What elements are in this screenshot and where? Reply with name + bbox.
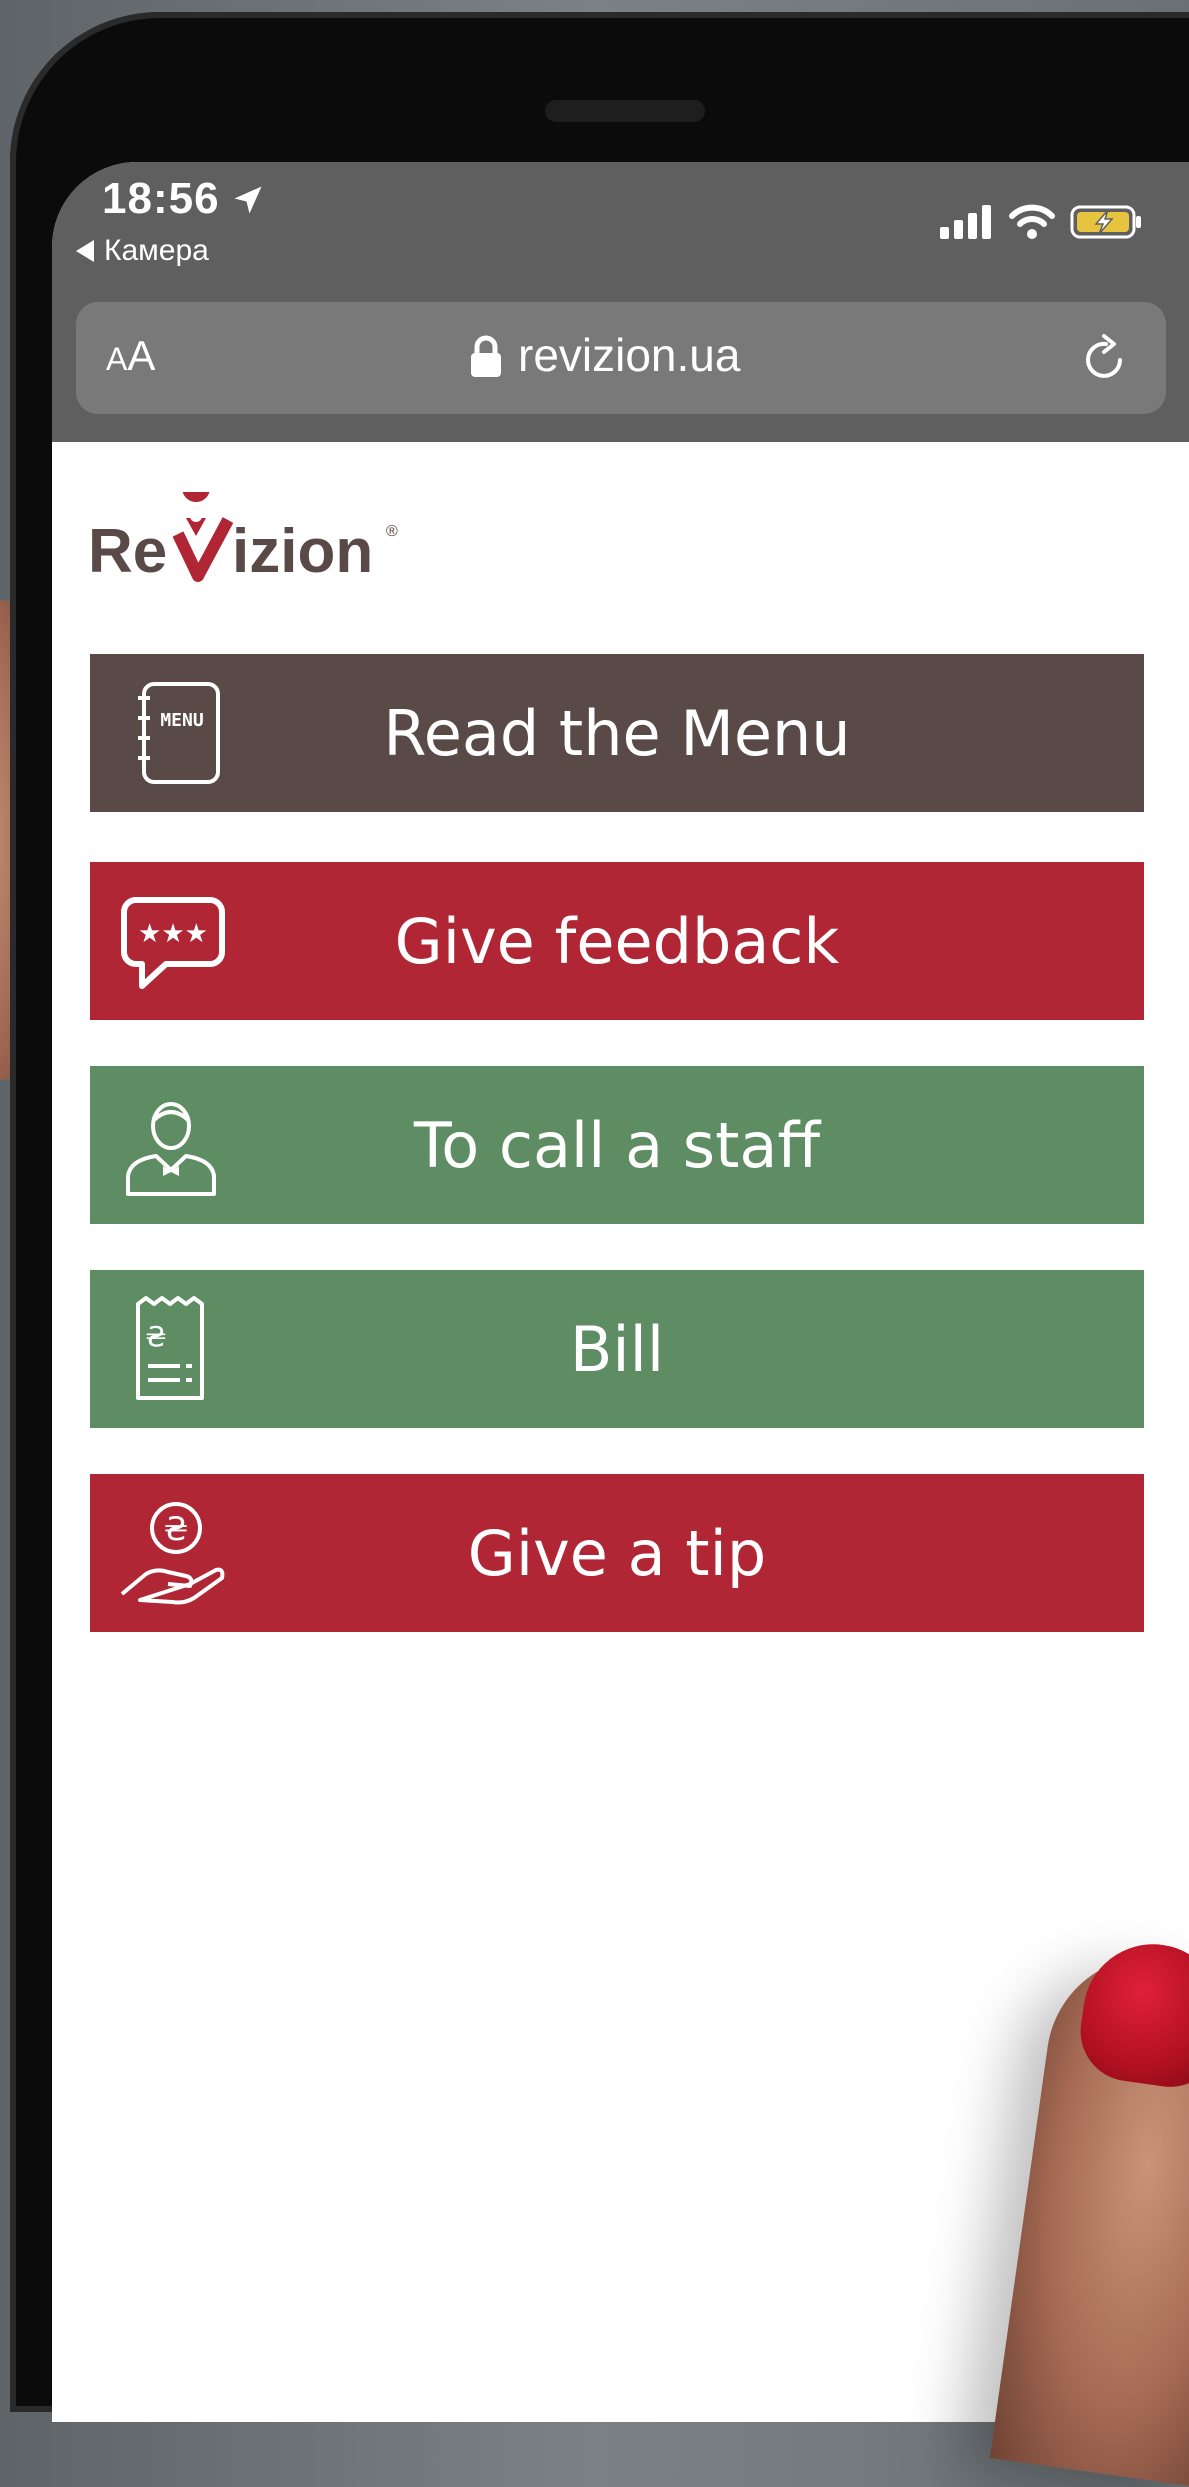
back-to-app[interactable]: Камера — [76, 234, 209, 268]
svg-text:izion: izion — [232, 517, 373, 586]
status-time: 18:56 — [102, 174, 220, 223]
give-feedback-button[interactable]: ★★★ Give feedback — [90, 862, 1144, 1020]
bill-label: Bill — [569, 1312, 665, 1386]
speech-bubble-stars-icon: ★★★ — [121, 897, 225, 989]
read-menu-label: Read the Menu — [383, 696, 851, 770]
give-tip-button[interactable]: ₴ Give a tip — [90, 1474, 1144, 1632]
revizion-logo: Re izion ® — [88, 492, 398, 586]
url-domain: revizion.ua — [518, 329, 741, 381]
text-size-large: A — [127, 332, 156, 379]
give-feedback-label: Give feedback — [394, 904, 840, 978]
browser-chrome: 18:56 Камера AA revizion.ua — [52, 162, 1189, 442]
call-staff-button[interactable]: To call a staff — [90, 1066, 1144, 1224]
bill-button[interactable]: ₴ Bill — [90, 1270, 1144, 1428]
svg-text:₴: ₴ — [164, 1510, 189, 1548]
location-arrow-icon — [234, 186, 262, 214]
back-arrow-icon — [76, 240, 94, 262]
speaker-grill — [545, 100, 705, 122]
screen: 18:56 Камера AA revizion.ua Re izion ® M… — [52, 162, 1189, 2422]
svg-text:®: ® — [386, 523, 398, 540]
signal-icon — [940, 205, 991, 239]
read-menu-button[interactable]: MENU Read the Menu — [90, 654, 1144, 812]
hand-coin-icon: ₴ — [120, 1502, 225, 1605]
waiter-icon — [126, 1102, 216, 1196]
phone-frame: 18:56 Камера AA revizion.ua Re izion ® M… — [10, 12, 1189, 2422]
reload-icon[interactable] — [1076, 330, 1132, 386]
text-size-small: A — [106, 341, 128, 377]
svg-text:Re: Re — [88, 517, 167, 586]
address-bar[interactable]: AA revizion.ua — [76, 302, 1166, 414]
text-size-button[interactable]: AA — [106, 332, 155, 380]
wifi-icon — [1009, 204, 1055, 239]
give-tip-label: Give a tip — [467, 1516, 767, 1590]
status-icons — [938, 204, 1144, 240]
svg-text:₴: ₴ — [145, 1320, 167, 1353]
back-label: Камера — [104, 234, 209, 267]
battery-charging-icon — [1070, 205, 1141, 239]
call-staff-label: To call a staff — [413, 1108, 821, 1182]
lock-icon — [471, 335, 501, 377]
menu-book-icon: MENU — [138, 682, 220, 784]
svg-text:MENU: MENU — [160, 710, 203, 731]
receipt-icon: ₴ — [136, 1296, 204, 1400]
svg-text:★★★: ★★★ — [138, 919, 208, 949]
